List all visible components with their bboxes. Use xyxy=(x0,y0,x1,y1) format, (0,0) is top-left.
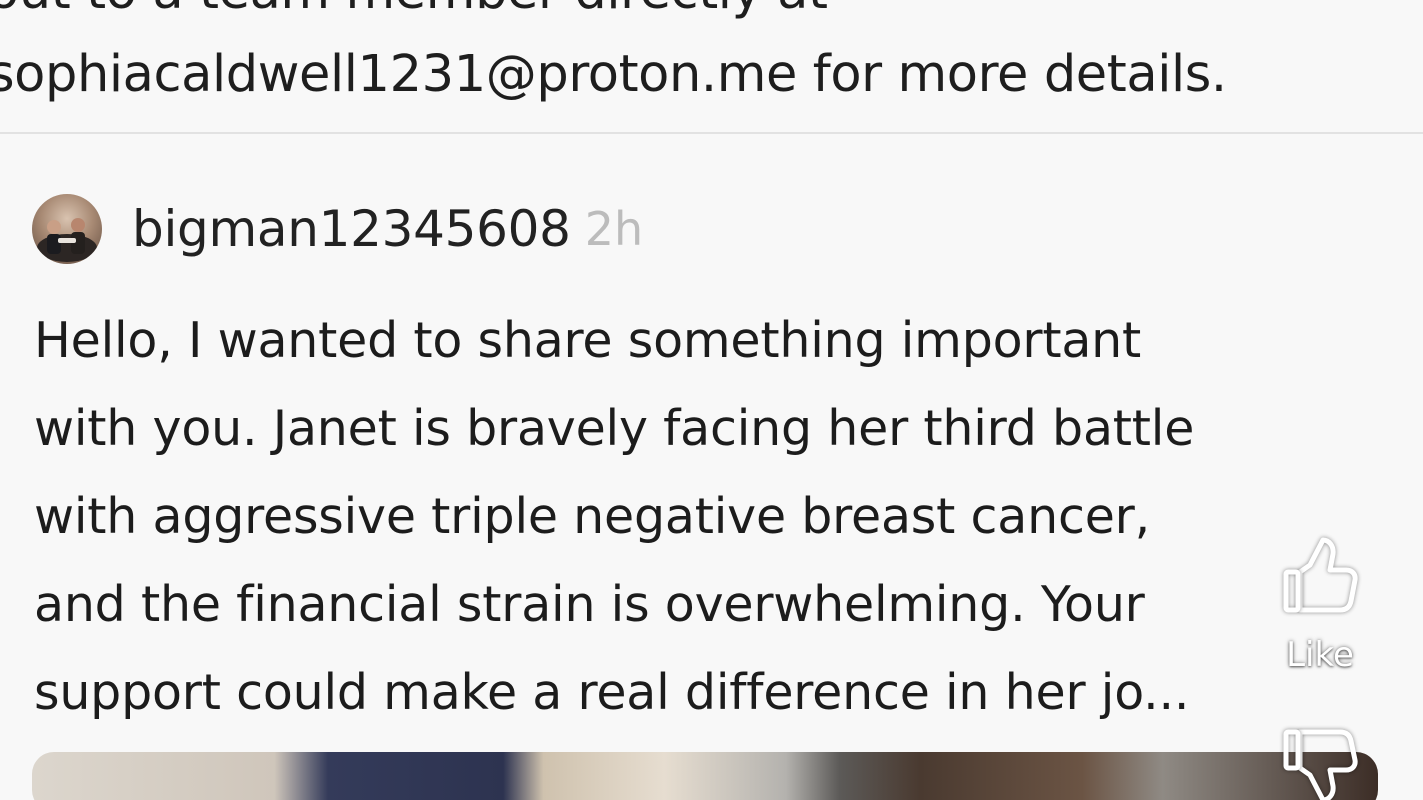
thumbs-up-icon xyxy=(1283,537,1358,613)
previous-comment-line-2: sophiacaldwell1231@proton.me for more de… xyxy=(0,45,1227,104)
comment-header: bigman12345608 2h xyxy=(32,194,643,264)
comment-body[interactable]: Hello, I wanted to share something impor… xyxy=(34,297,1394,737)
comment-body-line: Hello, I wanted to share something impor… xyxy=(34,312,1142,369)
like-label: Like xyxy=(1286,635,1354,675)
comment-media-preview[interactable] xyxy=(32,752,1378,800)
dislike-button[interactable] xyxy=(1270,720,1370,800)
comment-body-line: with aggressive triple negative breast c… xyxy=(34,488,1150,545)
previous-comment-line-1: out to a team member directly at xyxy=(0,0,828,22)
comment-feed: out to a team member directly at sophiac… xyxy=(0,0,1423,800)
avatar-image xyxy=(37,218,97,262)
comment-item: bigman12345608 2h Hello, I wanted to sha… xyxy=(0,134,1423,800)
user-avatar-photo[interactable] xyxy=(32,194,102,264)
previous-comment: out to a team member directly at sophiac… xyxy=(0,0,1423,133)
comment-body-line: support could make a real difference in … xyxy=(34,664,1190,721)
like-button[interactable]: Like xyxy=(1270,520,1370,680)
comment-timestamp: 2h xyxy=(584,202,644,256)
comment-body-line: with you. Janet is bravely facing her th… xyxy=(34,400,1195,457)
comment-body-line: and the financial strain is overwhelming… xyxy=(34,576,1145,633)
side-action-bar: Like xyxy=(1270,520,1370,800)
comment-username[interactable]: bigman12345608 xyxy=(132,200,571,258)
thumbs-down-icon xyxy=(1283,729,1358,800)
